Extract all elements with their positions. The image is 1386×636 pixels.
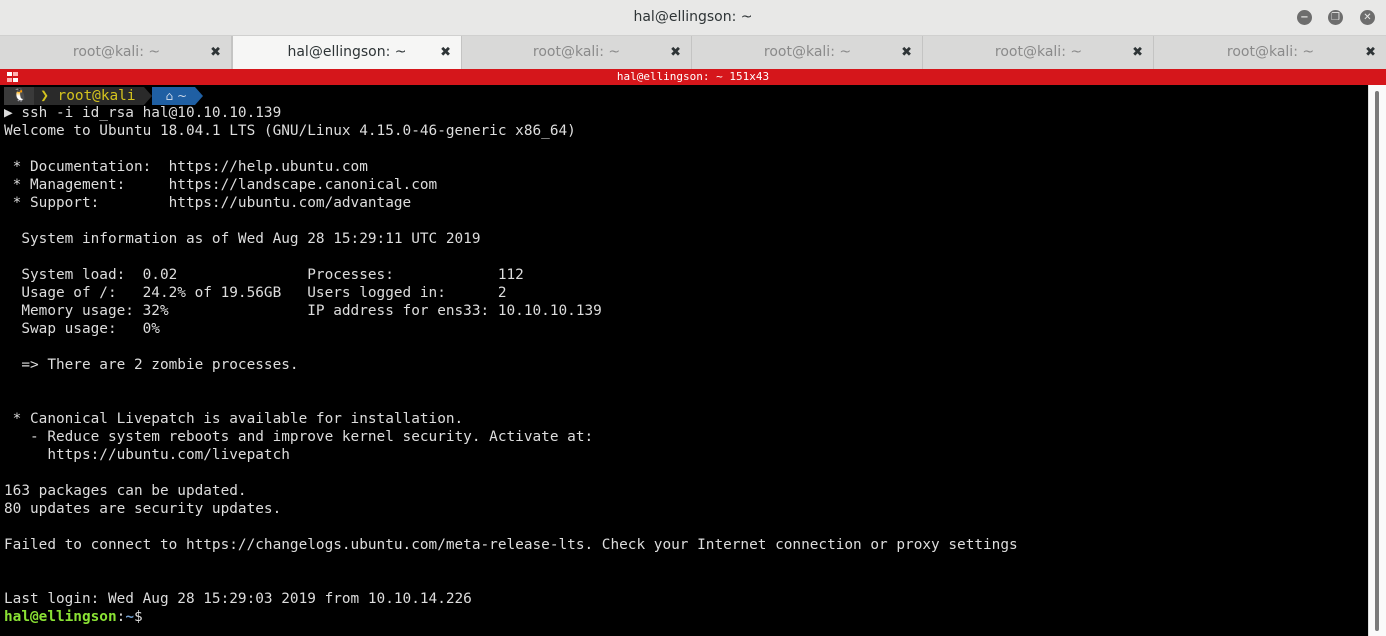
close-window-button[interactable]: ✕ (1360, 10, 1375, 25)
tab-close-icon[interactable]: ✖ (1365, 36, 1376, 69)
prompt-path-label: ~ (176, 89, 188, 103)
tab-label: root@kali: ~ (1226, 44, 1315, 60)
prompt-user-host: hal@ellingson (4, 609, 117, 625)
terminal-line: - Reduce system reboots and improve kern… (4, 429, 594, 445)
tab-hal-ellingson[interactable]: hal@ellingson: ~ ✖ (232, 36, 462, 69)
terminal-line: * Documentation: https://help.ubuntu.com (4, 159, 368, 175)
prompt-separator-icon: ❯ (40, 88, 49, 104)
terminal-line: Usage of /: 24.2% of 19.56GB Users logge… (4, 285, 507, 301)
tab-root-kali-5[interactable]: root@kali: ~ ✖ (1155, 36, 1386, 69)
window-title: hal@ellingson: ~ (633, 9, 753, 25)
tab-label: root@kali: ~ (532, 44, 621, 60)
tab-root-kali-4[interactable]: root@kali: ~ ✖ (924, 36, 1154, 69)
terminal-line: ▶ ssh -i id_rsa hal@10.10.10.139 (4, 105, 282, 121)
tab-label: root@kali: ~ (763, 44, 852, 60)
prompt-user: ❯ root@kali (34, 87, 144, 105)
tab-close-icon[interactable]: ✖ (1132, 36, 1143, 69)
prompt-symbol: $ (133, 609, 143, 625)
tab-close-icon[interactable]: ✖ (901, 36, 912, 69)
terminal-line: Swap usage: 0% (4, 321, 160, 337)
terminal-line: => There are 2 zombie processes. (4, 357, 299, 373)
prompt-user-label: root@kali (57, 88, 136, 104)
scrollbar-thumb[interactable] (1375, 91, 1379, 631)
linux-tux-icon: 🐧 (4, 87, 35, 105)
tab-label: root@kali: ~ (72, 44, 161, 60)
terminal-line: Welcome to Ubuntu 18.04.1 LTS (GNU/Linux… (4, 123, 576, 139)
tab-close-icon[interactable]: ✖ (210, 36, 221, 69)
tab-root-kali-3[interactable]: root@kali: ~ ✖ (693, 36, 923, 69)
terminal-status-bar: hal@ellingson: ~ 151x43 (0, 69, 1386, 85)
terminal-output[interactable]: 🐧 ❯ root@kali ⌂ ~ ▶ ssh -i id_rsa hal@10… (0, 85, 1368, 636)
home-icon: ⌂ (165, 89, 174, 103)
tab-label: hal@ellingson: ~ (287, 44, 407, 60)
terminal-line: * Canonical Livepatch is available for i… (4, 411, 464, 427)
terminal-line: System information as of Wed Aug 28 15:2… (4, 231, 481, 247)
tab-label: root@kali: ~ (994, 44, 1083, 60)
powerline-arrow (143, 87, 152, 105)
tab-bar: root@kali: ~ ✖ hal@ellingson: ~ ✖ root@k… (0, 36, 1386, 69)
terminal-scrollbar[interactable] (1368, 85, 1386, 636)
terminal-line: Memory usage: 32% IP address for ens33: … (4, 303, 602, 319)
prompt-cwd: ~ (125, 609, 134, 625)
powerline-arrow (195, 87, 204, 105)
terminal-line: System load: 0.02 Processes: 112 (4, 267, 524, 283)
window-titlebar[interactable]: hal@ellingson: ~ − ❐ ✕ (0, 0, 1386, 36)
minimize-button[interactable]: − (1297, 10, 1312, 25)
terminal-size-title: hal@ellingson: ~ 151x43 (616, 70, 770, 83)
shell-prompt: hal@ellingson:~$ (4, 608, 143, 626)
tab-close-icon[interactable]: ✖ (440, 36, 451, 69)
terminal-line: https://ubuntu.com/livepatch (4, 447, 290, 463)
terminal-line: Last login: Wed Aug 28 15:29:03 2019 fro… (4, 591, 472, 607)
tab-root-kali-2[interactable]: root@kali: ~ ✖ (462, 36, 692, 69)
maximize-button[interactable]: ❐ (1328, 10, 1343, 25)
powerline-prompt: 🐧 ❯ root@kali ⌂ ~ (4, 87, 204, 105)
terminal-line: Failed to connect to https://changelogs.… (4, 537, 1018, 553)
terminal-line: 163 packages can be updated. (4, 483, 247, 499)
terminal-line: 80 updates are security updates. (4, 501, 282, 517)
terminal-line: * Management: https://landscape.canonica… (4, 177, 438, 193)
prompt-colon: : (116, 609, 126, 625)
tab-close-icon[interactable]: ✖ (670, 36, 681, 69)
tab-root-kali-1[interactable]: root@kali: ~ ✖ (2, 36, 232, 69)
prompt-path: ⌂ ~ (151, 87, 196, 105)
terminal-line: * Support: https://ubuntu.com/advantage (4, 195, 412, 211)
